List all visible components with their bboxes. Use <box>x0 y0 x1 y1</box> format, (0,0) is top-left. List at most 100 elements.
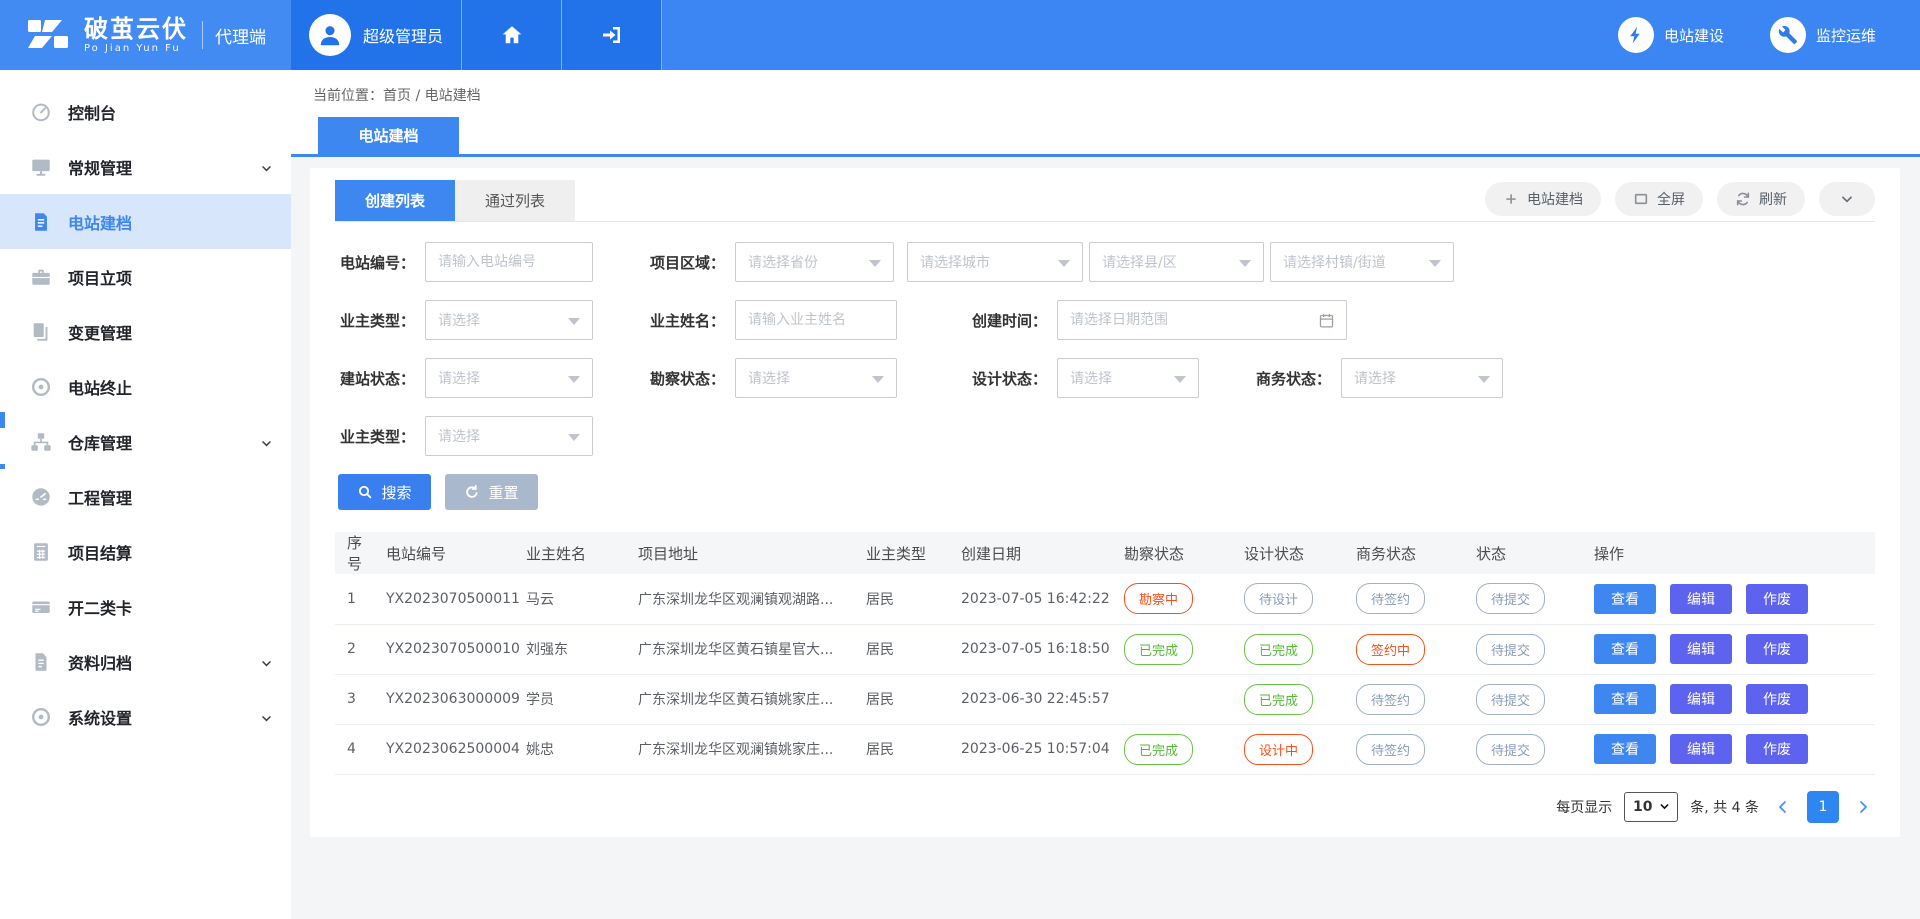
reset-button[interactable]: 重置 <box>445 474 538 510</box>
sidebar-item-label: 电站建档 <box>68 210 132 234</box>
sidebar-item-7[interactable]: 仓库管理 <box>0 414 291 469</box>
cell: 居民 <box>860 624 955 674</box>
edit-button[interactable]: 编辑 <box>1670 734 1732 764</box>
sidebar-item-4[interactable]: 项目立项 <box>0 249 291 304</box>
per-page-select[interactable]: 10 <box>1624 792 1678 822</box>
prev-page-button[interactable] <box>1771 799 1795 815</box>
tab-create-list[interactable]: 创建列表 <box>335 180 455 221</box>
topbar: 当前位置：首页 / 电站建档 电站建档 <box>291 70 1920 157</box>
page-number-button[interactable]: 1 <box>1807 791 1839 823</box>
add-station-button[interactable]: 电站建档 <box>1485 182 1601 216</box>
status-badge: 勘察中 <box>1124 583 1193 614</box>
nav-monitor-ops[interactable]: 监控运维 <box>1770 17 1876 53</box>
cell: 2023-06-30 22:45:57 <box>955 674 1118 724</box>
card-actions: 电站建档 全屏 刷新 <box>1485 182 1875 221</box>
brand-divider <box>202 21 203 49</box>
refresh-button[interactable]: 刷新 <box>1717 182 1805 216</box>
province-select[interactable]: 请选择省份 <box>735 242 894 282</box>
chevron-down-icon <box>260 655 273 674</box>
fullscreen-button[interactable]: 全屏 <box>1615 182 1703 216</box>
survey-status-select[interactable]: 请选择 <box>735 358 897 398</box>
sidebar-item-1[interactable]: 控制台 <box>0 84 291 139</box>
sidebar-item-9[interactable]: 项目结算 <box>0 524 291 579</box>
void-button[interactable]: 作废 <box>1746 584 1808 614</box>
user-menu[interactable]: 超级管理员 <box>291 0 462 70</box>
owner-name-input[interactable] <box>735 300 897 340</box>
status-badge: 已完成 <box>1244 634 1313 665</box>
circle-dot-icon <box>30 706 52 728</box>
business-status-select[interactable]: 请选择 <box>1341 358 1503 398</box>
actions-cell: 查看编辑作废 <box>1588 674 1875 724</box>
sidebar-item-3[interactable]: 电站建档 <box>0 194 291 249</box>
calendar-icon <box>1318 312 1335 329</box>
nav-station-build[interactable]: 电站建设 <box>1618 17 1724 53</box>
page-tab-station-archive[interactable]: 电站建档 <box>318 117 459 154</box>
sidebar-item-12[interactable]: 系统设置 <box>0 689 291 744</box>
column-header: 设计状态 <box>1238 532 1350 574</box>
logout-icon <box>600 23 624 47</box>
status-cell: 勘察中 <box>1118 574 1238 624</box>
chevron-down-icon <box>1478 376 1490 383</box>
view-button[interactable]: 查看 <box>1594 584 1656 614</box>
station-no-input[interactable] <box>425 242 593 282</box>
view-button[interactable]: 查看 <box>1594 734 1656 764</box>
table-header-row: 序号电站编号业主姓名项目地址业主类型创建日期勘察状态设计状态商务状态状态操作 <box>335 532 1875 574</box>
avatar <box>309 14 351 56</box>
logout-button[interactable] <box>562 0 662 70</box>
edit-button[interactable]: 编辑 <box>1670 634 1732 664</box>
per-page-label: 每页显示 <box>1556 797 1612 817</box>
next-page-button[interactable] <box>1851 799 1875 815</box>
chevron-down-icon <box>1058 260 1070 267</box>
build-status-select[interactable]: 请选择 <box>425 358 593 398</box>
cell: 马云 <box>520 574 632 624</box>
view-button[interactable]: 查看 <box>1594 684 1656 714</box>
chevron-down-icon <box>260 710 273 729</box>
edit-button[interactable]: 编辑 <box>1670 584 1732 614</box>
actions-cell: 查看编辑作废 <box>1588 574 1875 624</box>
sidebar-item-2[interactable]: 常规管理 <box>0 139 291 194</box>
tab-pass-list[interactable]: 通过列表 <box>455 180 575 221</box>
sidebar-item-11[interactable]: 资料归档 <box>0 634 291 689</box>
collapse-toolbar-button[interactable] <box>1819 182 1875 216</box>
search-button[interactable]: 搜索 <box>338 474 431 510</box>
sidebar-item-label: 项目结算 <box>68 540 132 564</box>
sidebar-item-5[interactable]: 变更管理 <box>0 304 291 359</box>
brand: 破茧云伏 Po Jian Yun Fu 代理端 <box>0 0 291 70</box>
status-cell: 待提交 <box>1470 674 1588 724</box>
dashboard-icon <box>30 101 52 123</box>
sidebar-item-8[interactable]: 工程管理 <box>0 469 291 524</box>
sidebar-item-6[interactable]: 电站终止 <box>0 359 291 414</box>
status-cell: 待提交 <box>1470 574 1588 624</box>
owner-type2-select[interactable]: 请选择 <box>425 416 593 456</box>
design-status-select[interactable]: 请选择 <box>1057 358 1199 398</box>
column-header: 创建日期 <box>955 532 1118 574</box>
chevron-down-icon <box>260 435 273 454</box>
town-select[interactable]: 请选择村镇/街道 <box>1270 242 1454 282</box>
sidebar-item-10[interactable]: 开二类卡 <box>0 579 291 634</box>
sidebar-item-label: 常规管理 <box>68 155 132 179</box>
chevron-down-icon <box>260 160 273 179</box>
column-header: 电站编号 <box>380 532 520 574</box>
view-button[interactable]: 查看 <box>1594 634 1656 664</box>
status-badge: 待提交 <box>1476 734 1545 765</box>
void-button[interactable]: 作废 <box>1746 684 1808 714</box>
sidebar-item-label: 变更管理 <box>68 320 132 344</box>
void-button[interactable]: 作废 <box>1746 634 1808 664</box>
bolt-icon <box>1618 17 1654 53</box>
fullscreen-icon <box>1633 191 1649 207</box>
home-button[interactable] <box>462 0 562 70</box>
station-table: 序号电站编号业主姓名项目地址业主类型创建日期勘察状态设计状态商务状态状态操作 1… <box>335 532 1875 775</box>
column-header: 项目地址 <box>632 532 860 574</box>
edit-button[interactable]: 编辑 <box>1670 684 1732 714</box>
status-badge: 已完成 <box>1124 634 1193 665</box>
sidebar: 控制台常规管理电站建档项目立项变更管理电站终止仓库管理工程管理项目结算开二类卡资… <box>0 70 291 919</box>
chevron-down-icon <box>1429 260 1441 267</box>
breadcrumb-home-link[interactable]: 首页 <box>383 88 411 104</box>
chevron-down-icon <box>568 318 580 325</box>
status-cell: 待提交 <box>1470 624 1588 674</box>
date-range-input[interactable] <box>1057 300 1347 340</box>
county-select[interactable]: 请选择县/区 <box>1089 242 1264 282</box>
city-select[interactable]: 请选择城市 <box>907 242 1083 282</box>
void-button[interactable]: 作废 <box>1746 734 1808 764</box>
owner-type-select[interactable]: 请选择 <box>425 300 593 340</box>
